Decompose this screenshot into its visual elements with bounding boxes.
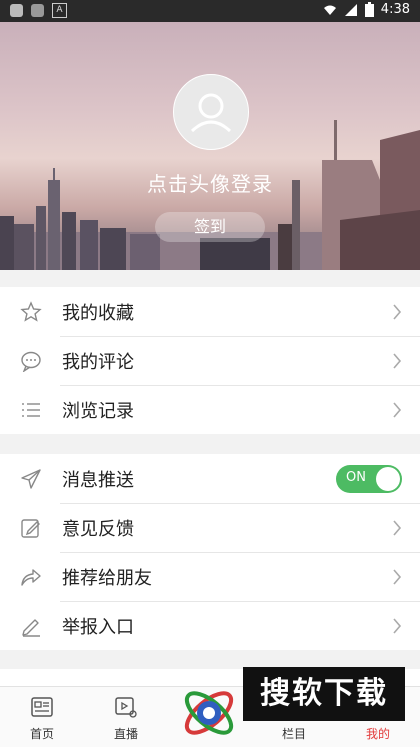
storage-icon: [31, 4, 44, 17]
menu-label: 意见反馈: [62, 518, 134, 540]
tab-label: 首页: [29, 727, 54, 741]
menu-label: 我的评论: [62, 351, 134, 373]
chevron-right-icon: [393, 402, 402, 418]
menu-item-favorites[interactable]: 我的收藏: [0, 287, 420, 336]
avatar[interactable]: [173, 74, 249, 150]
share-icon: [0, 566, 62, 588]
watermark-banner: 搜软下载: [243, 667, 405, 721]
menu-item-comments[interactable]: 我的评论: [0, 336, 420, 385]
login-prompt[interactable]: 点击头像登录: [0, 168, 420, 197]
pencil-icon: [0, 615, 62, 637]
battery-icon: [364, 2, 374, 17]
chevron-right-icon: [393, 618, 402, 634]
tab-label: 栏目: [281, 727, 306, 741]
push-toggle[interactable]: ON: [336, 465, 402, 493]
menu-item-report[interactable]: 举报入口: [0, 601, 420, 650]
menu-label: 浏览记录: [62, 400, 134, 422]
chevron-right-icon: [393, 304, 402, 320]
video-icon: [115, 697, 137, 718]
menu-item-share[interactable]: 推荐给朋友: [0, 552, 420, 601]
sign-in-button[interactable]: 签到: [155, 212, 265, 242]
status-bar: A 4:38: [0, 0, 420, 22]
list-icon: [0, 399, 62, 421]
signal-icon: [344, 3, 357, 16]
profile-header: 点击头像登录 签到: [0, 22, 420, 270]
menu-group-1: 我的收藏 我的评论 浏览记录: [0, 287, 420, 434]
toggle-knob: [376, 467, 400, 491]
chevron-right-icon: [393, 520, 402, 536]
tab-live[interactable]: 直播: [84, 687, 168, 747]
comment-icon: [0, 350, 62, 372]
menu-label: 举报入口: [62, 616, 134, 638]
tab-label: 我的: [365, 727, 390, 741]
edit-icon: [0, 517, 62, 539]
clock-text: 4:38: [380, 2, 410, 17]
toggle-label: ON: [346, 470, 366, 485]
tab-home[interactable]: 首页: [0, 687, 84, 747]
a-icon: A: [52, 3, 67, 18]
tab-label: 直播: [113, 727, 138, 741]
wifi-icon: [323, 5, 336, 15]
send-icon: [0, 468, 62, 490]
menu-item-push: 消息推送 ON: [0, 454, 420, 503]
chevron-right-icon: [393, 569, 402, 585]
star-icon: [0, 300, 62, 323]
menu-item-history[interactable]: 浏览记录: [0, 385, 420, 434]
menu-item-feedback[interactable]: 意见反馈: [0, 503, 420, 552]
notification-icon: [10, 4, 23, 17]
news-icon: [31, 697, 53, 717]
chevron-right-icon: [393, 353, 402, 369]
menu-group-2: 消息推送 ON 意见反馈 推荐给朋友 举报入口: [0, 454, 420, 650]
logo-icon[interactable]: [178, 682, 240, 744]
menu-label: 推荐给朋友: [62, 567, 152, 589]
menu-label: 我的收藏: [62, 302, 134, 324]
user-avatar-icon: [190, 93, 232, 133]
